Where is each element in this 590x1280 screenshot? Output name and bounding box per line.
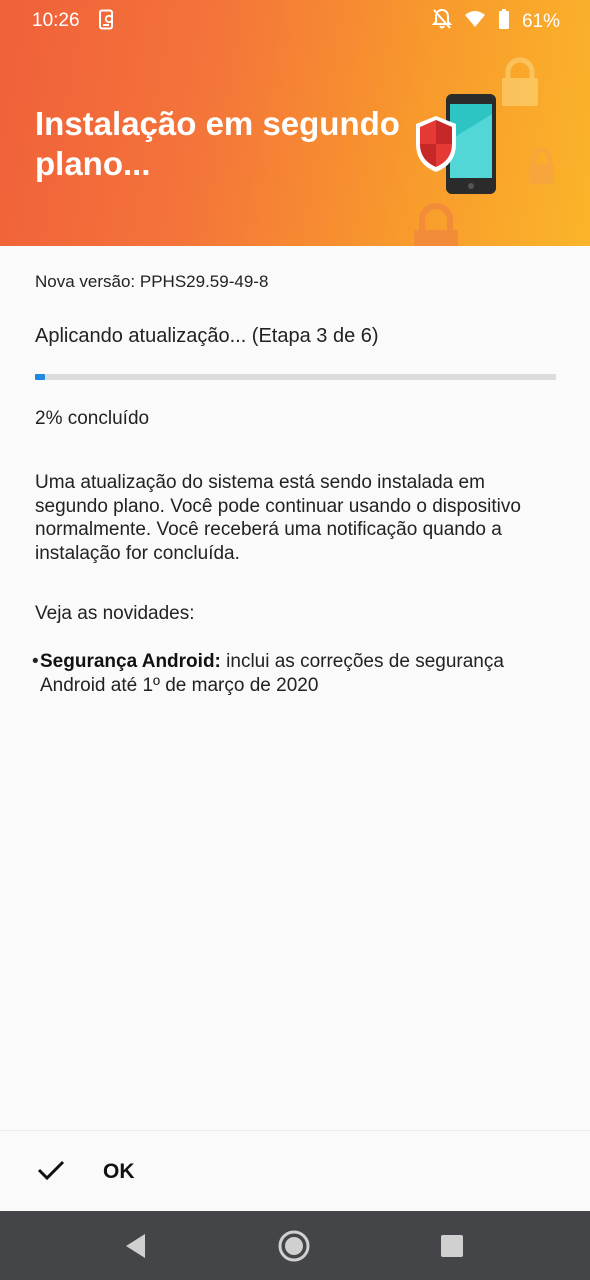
version-label: Nova versão: PPHS29.59-49-8 xyxy=(35,272,269,291)
install-step-text: Aplicando atualização... (Etapa 3 de 6) xyxy=(35,325,379,347)
padlock-icon xyxy=(414,203,458,246)
progress-percent: 2% concluído xyxy=(35,408,150,429)
home-icon xyxy=(278,1230,310,1262)
battery-icon xyxy=(498,9,510,35)
recents-icon xyxy=(441,1235,463,1257)
ok-label: OK xyxy=(103,1160,135,1183)
whats-new-item: • Segurança Android: inclui as correções… xyxy=(32,650,565,697)
status-icons: 61% xyxy=(431,8,560,36)
recents-button[interactable] xyxy=(432,1226,472,1266)
phone-security-illustration xyxy=(400,50,590,246)
bottom-action-bar: OK xyxy=(0,1130,590,1212)
back-icon xyxy=(126,1234,145,1258)
notifications-off-icon xyxy=(431,8,453,36)
header-banner: 10:26 61% Instalação em segundo plano... xyxy=(0,0,590,246)
back-button[interactable] xyxy=(116,1226,156,1266)
page-title: Instalação em segundo plano... xyxy=(35,105,400,182)
ok-button[interactable]: OK xyxy=(22,1139,182,1203)
status-bar: 10:26 61% xyxy=(0,0,590,42)
progress-bar-fill xyxy=(35,374,45,380)
check-icon xyxy=(37,1159,65,1186)
bullet: • xyxy=(32,651,39,672)
home-button[interactable] xyxy=(274,1226,314,1266)
padlock-icon xyxy=(502,57,538,106)
news-item-title: Segurança Android: xyxy=(40,651,221,672)
padlock-icon xyxy=(530,148,554,184)
system-navigation-bar xyxy=(0,1211,590,1280)
wifi-icon xyxy=(464,10,486,34)
battery-percent: 61% xyxy=(521,11,560,32)
status-time: 10:26 xyxy=(32,10,80,31)
whats-new-heading: Veja as novidades: xyxy=(35,603,195,624)
screen-recorder-icon xyxy=(98,9,116,37)
update-description: Uma atualização do sistema está sendo in… xyxy=(35,472,521,564)
progress-bar xyxy=(35,374,556,380)
